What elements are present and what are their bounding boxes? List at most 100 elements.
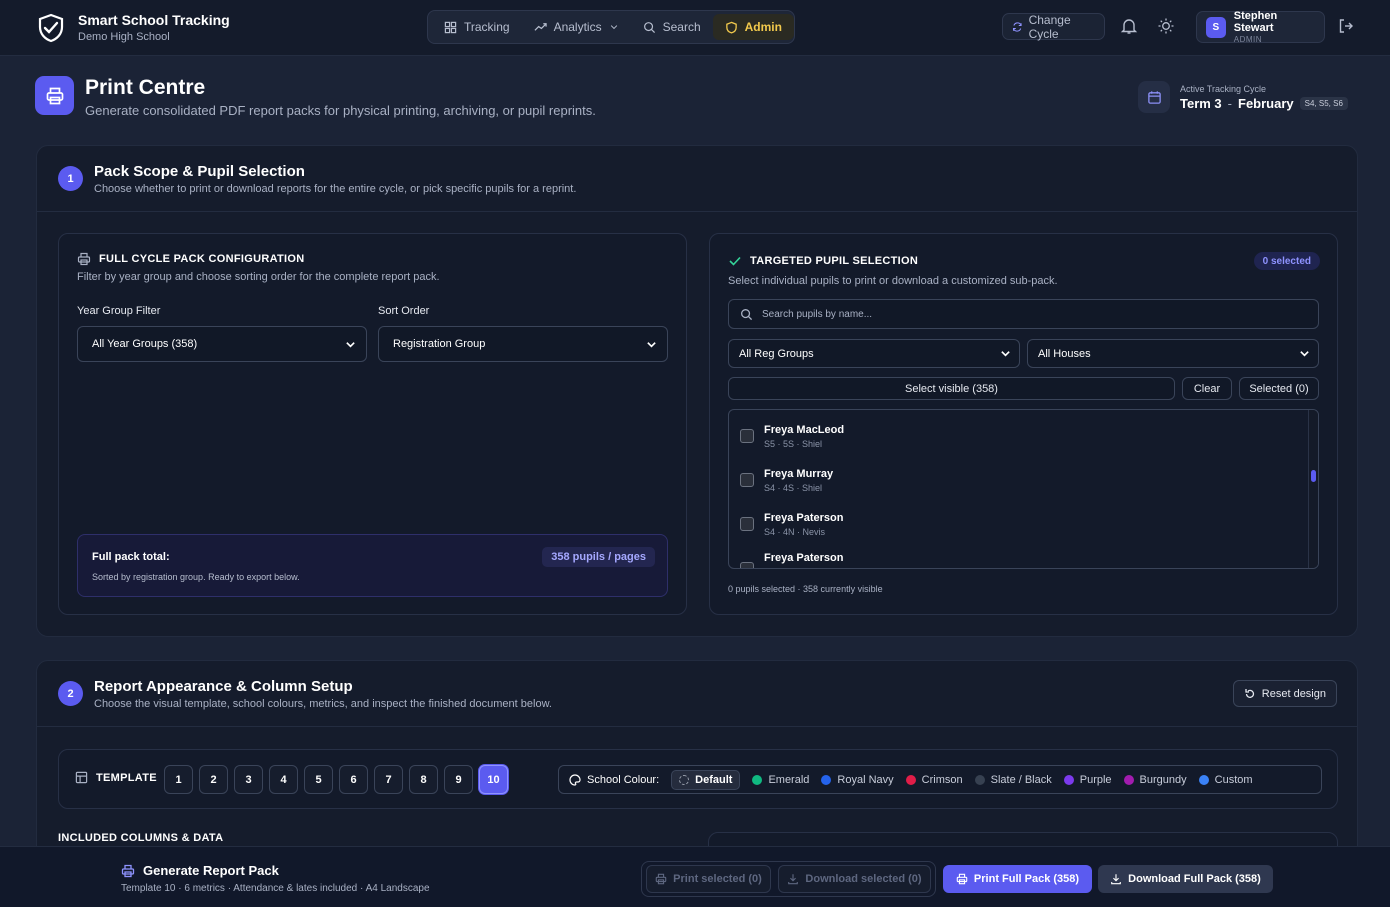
colour-option-label: Royal Navy	[837, 773, 894, 786]
colour-option-default[interactable]: Default	[671, 769, 741, 790]
colour-swatch	[752, 774, 763, 785]
list-item[interactable]: Freya Paterson S4 · 4N · Nevis	[729, 502, 1318, 546]
pupil-search-input[interactable]: Search pupils by name...	[728, 299, 1319, 329]
selected-count-badge: 0 selected	[1253, 252, 1320, 270]
reset-design-button[interactable]: Reset design	[1232, 680, 1337, 707]
list-item[interactable]: Freya Murray S4 · 4S · Shiel	[729, 458, 1318, 502]
targeted-title: TARGETED PUPIL SELECTION	[728, 254, 918, 268]
template-option-6[interactable]: 6	[339, 765, 368, 794]
reg-group-select[interactable]: All Reg Groups	[728, 339, 1020, 368]
printer-icon	[121, 864, 135, 877]
template-option-5[interactable]: 5	[304, 765, 333, 794]
year-group-value: All Year Groups (358)	[92, 338, 198, 350]
user-menu[interactable]: S Stephen Stewart ADMIN	[1196, 10, 1325, 44]
main-nav: Tracking Analytics Search Admin	[427, 10, 795, 44]
pupil-meta: S5 · 5S · Shiel	[764, 438, 823, 449]
colour-option-slate-black[interactable]: Slate / Black	[974, 774, 1052, 786]
chevron-down-icon	[1001, 351, 1010, 357]
download-full-pack-label: Download Full Pack (358)	[1128, 873, 1261, 885]
colour-option-royal-navy[interactable]: Royal Navy	[821, 773, 894, 786]
colour-swatch	[905, 774, 916, 785]
targeted-title-text: TARGETED PUPIL SELECTION	[750, 255, 919, 267]
nav-search[interactable]: Search	[631, 14, 713, 40]
print-selected-label: Print selected (0)	[673, 873, 762, 885]
school-colour-label: School Colour:	[569, 774, 659, 786]
template-option-2[interactable]: 2	[199, 765, 228, 794]
sun-icon[interactable]	[1157, 17, 1175, 35]
reset-icon	[1245, 688, 1254, 698]
colour-option-burgundy[interactable]: Burgundy	[1123, 774, 1187, 786]
select-visible-button[interactable]: Select visible (358)	[728, 377, 1175, 400]
cycle-years-badge: S4, S5, S6	[1299, 96, 1348, 110]
app-title: Smart School Tracking	[78, 12, 230, 28]
sort-order-select[interactable]: Registration Group	[378, 326, 668, 362]
pupil-checkbox[interactable]	[740, 429, 754, 443]
template-option-7[interactable]: 7	[374, 765, 403, 794]
nav-search-label: Search	[662, 20, 701, 34]
section-title: Pack Scope & Pupil Selection	[94, 163, 305, 180]
shield-logo-icon	[38, 13, 64, 42]
clear-button[interactable]: Clear	[1182, 377, 1232, 400]
check-icon	[729, 256, 741, 266]
chevron-down-icon	[647, 341, 656, 348]
colour-option-crimson[interactable]: Crimson	[905, 774, 963, 786]
year-group-select[interactable]: All Year Groups (358)	[77, 326, 367, 362]
colour-option-custom[interactable]: Custom	[1198, 773, 1253, 786]
section-header: 1 Pack Scope & Pupil Selection Choose wh…	[37, 146, 1357, 212]
school-colour-picker: School Colour: Default Emerald Royal Navy C…	[558, 765, 1322, 794]
colour-option-purple[interactable]: Purple	[1063, 774, 1112, 786]
download-full-pack-button[interactable]: Download Full Pack (358)	[1098, 865, 1273, 893]
search-icon	[643, 21, 655, 33]
download-selected-button[interactable]: Download selected (0)	[778, 865, 931, 893]
nav-analytics[interactable]: Analytics	[522, 14, 631, 40]
selected-filter-button[interactable]: Selected (0)	[1239, 377, 1319, 400]
print-full-pack-button[interactable]: Print Full Pack (358)	[943, 865, 1092, 893]
colour-swatch	[1123, 774, 1134, 785]
avatar: S	[1206, 16, 1226, 38]
template-option-10[interactable]: 10	[479, 765, 508, 794]
included-columns-label: INCLUDED COLUMNS & DATA	[58, 832, 224, 844]
pupil-checkbox[interactable]	[740, 562, 754, 568]
colour-option-emerald[interactable]: Emerald	[752, 774, 809, 786]
pupil-checkbox[interactable]	[740, 473, 754, 487]
print-selected-button[interactable]: Print selected (0)	[646, 865, 771, 893]
scrollbar[interactable]	[1308, 410, 1318, 568]
template-label: TEMPLATE	[75, 771, 157, 784]
targeted-hint: Select individual pupils to print or dow…	[728, 275, 1058, 287]
scrollbar-thumb[interactable]	[1311, 470, 1316, 482]
chevron-down-icon	[610, 25, 617, 30]
download-icon	[1111, 874, 1122, 885]
nav-tracking[interactable]: Tracking	[432, 14, 522, 40]
pupil-meta: S4 · 4S · Shiel	[764, 482, 823, 493]
list-item[interactable]: Freya MacLeod S5 · 5S · Shiel	[729, 414, 1318, 458]
template-option-8[interactable]: 8	[409, 765, 438, 794]
full-pack-total: Full pack total: Sorted by registration …	[77, 534, 668, 597]
template-option-4[interactable]: 4	[269, 765, 298, 794]
pupil-list[interactable]: Freya MacLeod S5 · 5S · Shiel Freya Murra…	[728, 409, 1319, 569]
download-selected-label: Download selected (0)	[805, 873, 922, 885]
active-cycle: Active Tracking Cycle Term 3 - February …	[1138, 80, 1348, 114]
school-name: Demo High School	[78, 31, 170, 43]
total-badge: 358 pupils / pages	[542, 547, 655, 567]
colour-option-label: Custom	[1214, 773, 1253, 786]
template-option-3[interactable]: 3	[234, 765, 263, 794]
brand[interactable]: Smart School Tracking Demo High School	[36, 12, 230, 43]
list-item[interactable]: Freya Paterson	[729, 546, 1318, 568]
user-role: ADMIN	[1233, 35, 1263, 44]
list-footer: 0 pupils selected · 358 currently visibl…	[728, 584, 883, 594]
generate-footer: Generate Report Pack Template 10 · 6 met…	[0, 846, 1390, 907]
house-select[interactable]: All Houses	[1027, 339, 1319, 368]
total-label: Full pack total:	[92, 551, 170, 563]
section-subtitle: Choose whether to print or download repo…	[94, 183, 577, 195]
bell-icon[interactable]	[1120, 17, 1138, 35]
print-icon	[35, 76, 74, 115]
pupil-checkbox[interactable]	[740, 517, 754, 531]
colour-option-label: Emerald	[768, 773, 810, 786]
nav-admin[interactable]: Admin	[712, 14, 794, 40]
change-cycle-button[interactable]: Change Cycle	[1002, 13, 1105, 41]
logout-icon[interactable]	[1337, 17, 1355, 35]
template-option-1[interactable]: 1	[164, 765, 193, 794]
shield-icon	[725, 21, 737, 34]
template-option-9[interactable]: 9	[444, 765, 473, 794]
reg-group-value: All Reg Groups	[739, 347, 814, 360]
